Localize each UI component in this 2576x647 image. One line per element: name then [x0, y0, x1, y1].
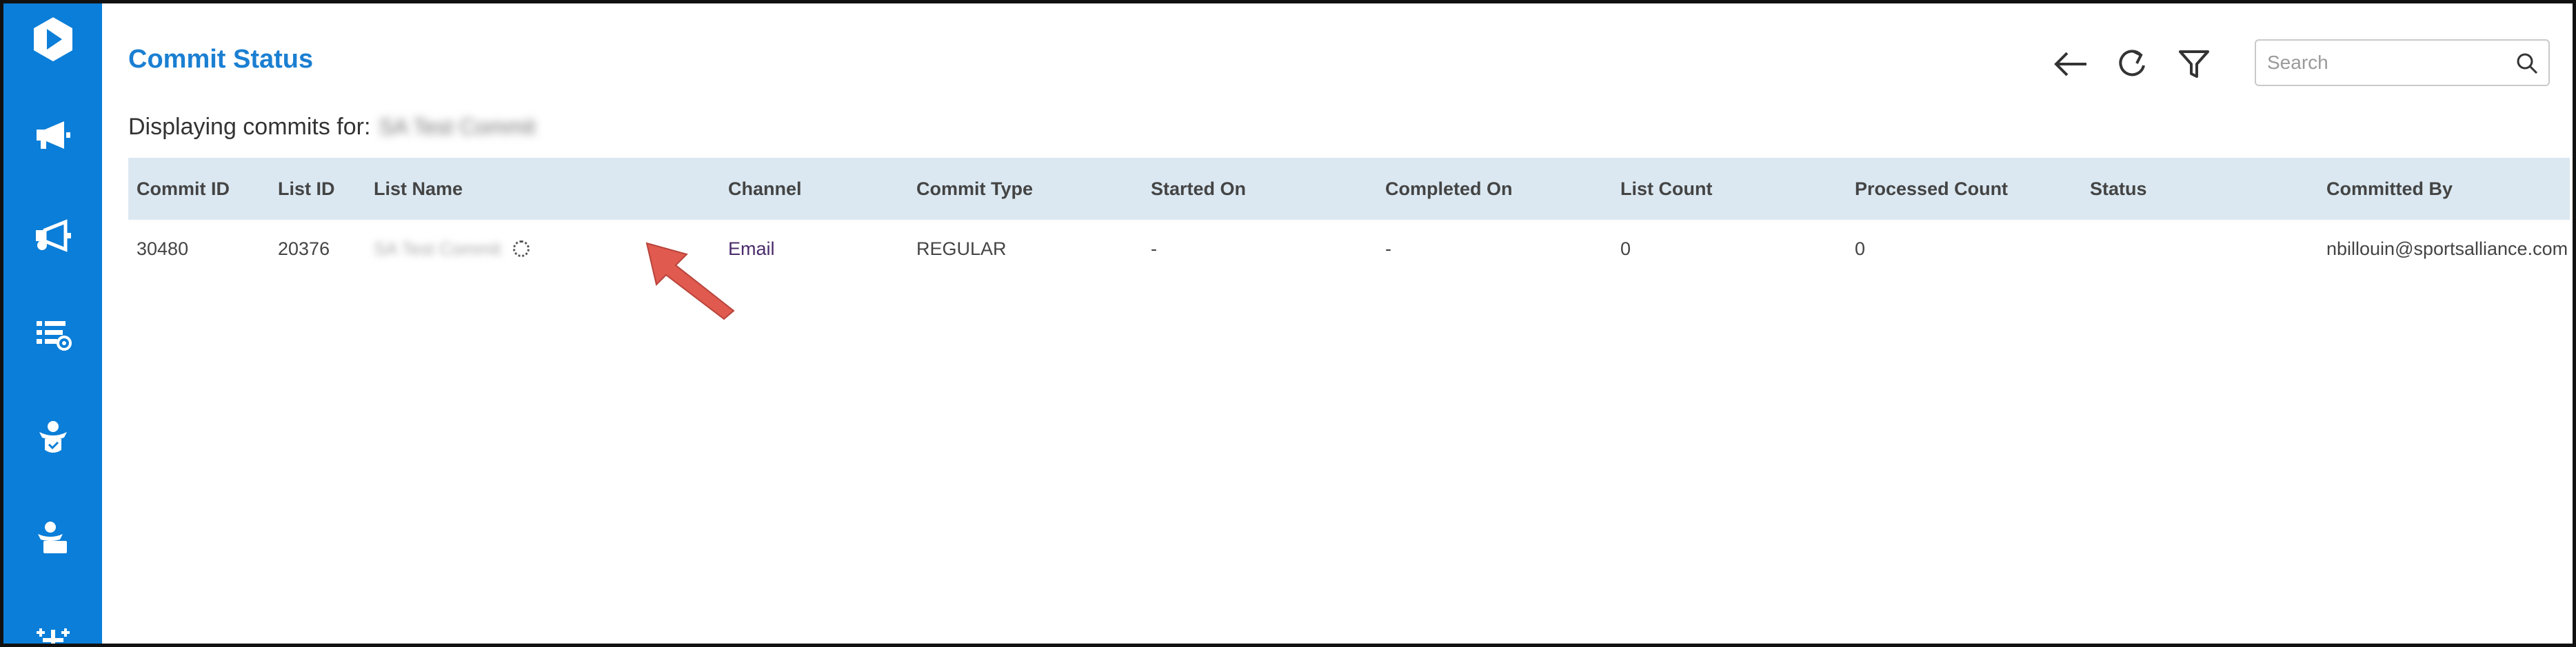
megaphone-icon	[36, 121, 70, 149]
sidebar-item-users[interactable]	[3, 410, 102, 465]
column-header-processed-count[interactable]: Processed Count	[1855, 158, 2008, 220]
column-header-committed-by[interactable]: Committed By	[2326, 158, 2453, 220]
search-input[interactable]	[2256, 41, 2504, 85]
commit-subtitle: Displaying commits for: SA Test Commit	[128, 114, 535, 141]
arrow-left-icon	[2054, 52, 2086, 76]
megaphone-settings-icon	[35, 219, 71, 252]
back-button[interactable]	[2051, 43, 2092, 85]
list-settings-icon	[36, 321, 72, 351]
logo-icon	[33, 17, 72, 61]
list-name-text[interactable]: SA Test Commit	[374, 238, 501, 260]
cell-started-on: -	[1151, 238, 1157, 259]
sidebar-item-more[interactable]	[3, 610, 102, 644]
column-header-status[interactable]: Status	[2090, 158, 2147, 220]
annotation-arrow-icon	[645, 242, 735, 320]
cell-list-count: 0	[1620, 238, 1631, 259]
column-header-started-on[interactable]: Started On	[1151, 158, 1246, 220]
column-header-completed-on[interactable]: Completed On	[1385, 158, 1513, 220]
sidebar-logo[interactable]	[3, 12, 102, 67]
filter-icon	[2179, 50, 2209, 78]
column-header-commit-id[interactable]: Commit ID	[137, 158, 230, 220]
search-box	[2255, 39, 2550, 86]
sidebar-item-campaigns[interactable]	[3, 108, 102, 163]
cell-completed-on: -	[1385, 238, 1391, 259]
cell-list-id: 20376	[278, 238, 330, 259]
subtitle-list-name: SA Test Commit	[379, 114, 536, 139]
cell-list-name: SA Test Commit	[374, 220, 530, 278]
person-list-icon	[37, 522, 67, 553]
cell-commit-type: REGULAR	[916, 238, 1007, 259]
search-icon[interactable]	[2515, 52, 2539, 75]
column-header-list-count[interactable]: List Count	[1620, 158, 1712, 220]
sidebar-item-user-lists[interactable]	[3, 511, 102, 566]
refresh-button[interactable]	[2111, 43, 2153, 85]
sidebar	[3, 3, 102, 644]
commits-table: Commit ID List ID List Name Channel Comm…	[128, 158, 2570, 278]
cell-committed-by: nbillouin@sportsalliance.com	[2326, 238, 2568, 259]
table-header: Commit ID List ID List Name Channel Comm…	[128, 158, 2570, 220]
column-header-list-id[interactable]: List ID	[278, 158, 335, 220]
sidebar-item-lists[interactable]	[3, 307, 102, 362]
column-header-commit-type[interactable]: Commit Type	[916, 158, 1033, 220]
column-header-channel[interactable]: Channel	[728, 158, 802, 220]
main-content: Commit Status Displaying commits for: SA…	[102, 3, 2573, 644]
cell-processed-count: 0	[1855, 238, 1866, 259]
filter-button[interactable]	[2173, 43, 2215, 85]
sparkle-icon	[36, 628, 70, 644]
app-window: Commit Status Displaying commits for: SA…	[0, 0, 2576, 647]
page-title: Commit Status	[128, 45, 314, 74]
refresh-icon	[2119, 50, 2145, 76]
sidebar-item-campaign-settings[interactable]	[3, 209, 102, 264]
column-header-list-name[interactable]: List Name	[374, 158, 463, 220]
cell-commit-id: 30480	[137, 238, 189, 259]
subtitle-label: Displaying commits for:	[128, 114, 371, 140]
person-check-icon	[39, 421, 67, 453]
loading-spinner-icon	[513, 240, 530, 257]
table-row[interactable]: 30480 20376 SA Test Commit Email REGULAR…	[128, 220, 2570, 278]
